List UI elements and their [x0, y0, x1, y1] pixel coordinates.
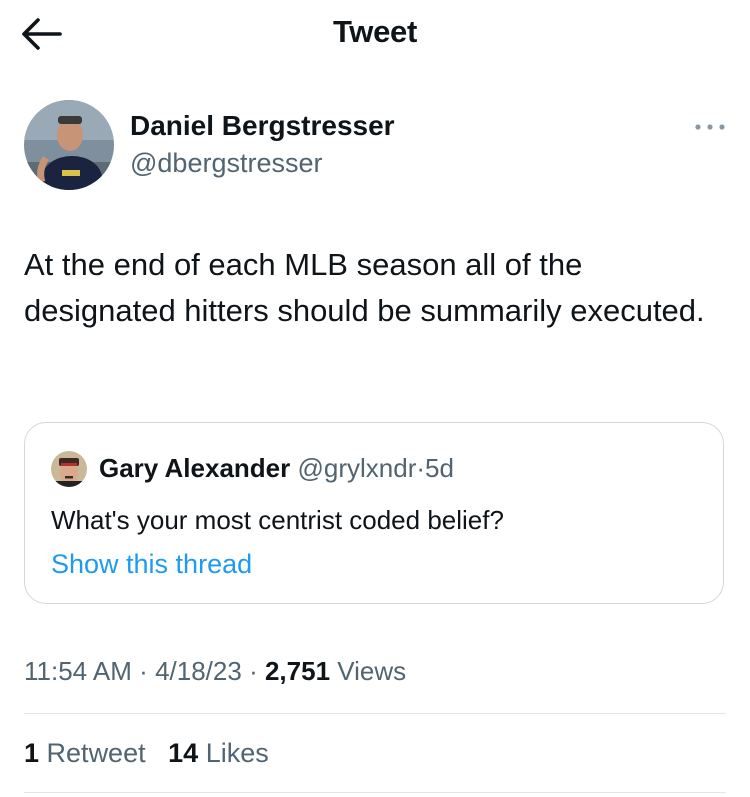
retweets-count: 1 [24, 738, 40, 768]
likes-count: 14 [168, 738, 199, 768]
divider-bottom [24, 792, 726, 793]
likes-label: Likes [205, 738, 269, 768]
quoted-tweet[interactable]: Gary Alexander @grylxndr·5d What's your … [24, 422, 724, 604]
author-avatar[interactable] [24, 100, 114, 190]
meta-separator-1: · [139, 656, 148, 686]
quote-author-name: Gary Alexander [99, 453, 291, 483]
quote-text: What's your most centrist coded belief? [51, 505, 504, 535]
tweet-stats: 1 Retweet 14 Likes [24, 738, 269, 769]
author-name[interactable]: Daniel Bergstresser [130, 110, 395, 142]
retweets-label: Retweet [46, 738, 146, 768]
tweet-meta: 11:54 AM · 4/18/23 · 2,751 Views [24, 656, 406, 687]
page-title: Tweet [332, 14, 418, 49]
top-bar: Tweet [0, 0, 750, 70]
quote-age: 5d [425, 453, 454, 483]
show-thread-link[interactable]: Show this thread [51, 549, 252, 580]
views-count: 2,751 [264, 656, 331, 686]
quote-author-handle: @grylxndr [297, 453, 417, 483]
quote-header: Gary Alexander @grylxndr·5d [99, 453, 454, 484]
tweet-date: 4/18/23 [155, 656, 242, 686]
tweet-text: At the end of each MLB season all of the… [24, 247, 705, 328]
more-horizontal-icon [695, 124, 725, 130]
likes-stat[interactable]: 14 Likes [168, 738, 269, 768]
tweet-time: 11:54 AM [24, 656, 132, 686]
views-label: Views [337, 656, 407, 686]
more-button[interactable] [692, 116, 728, 138]
meta-separator-2: · [249, 656, 258, 686]
divider-top [24, 713, 726, 714]
retweets-stat[interactable]: 1 Retweet [24, 738, 146, 768]
author-handle[interactable]: @dbergstresser [130, 148, 322, 179]
quote-author-avatar [51, 451, 87, 487]
quote-separator: · [416, 453, 426, 483]
